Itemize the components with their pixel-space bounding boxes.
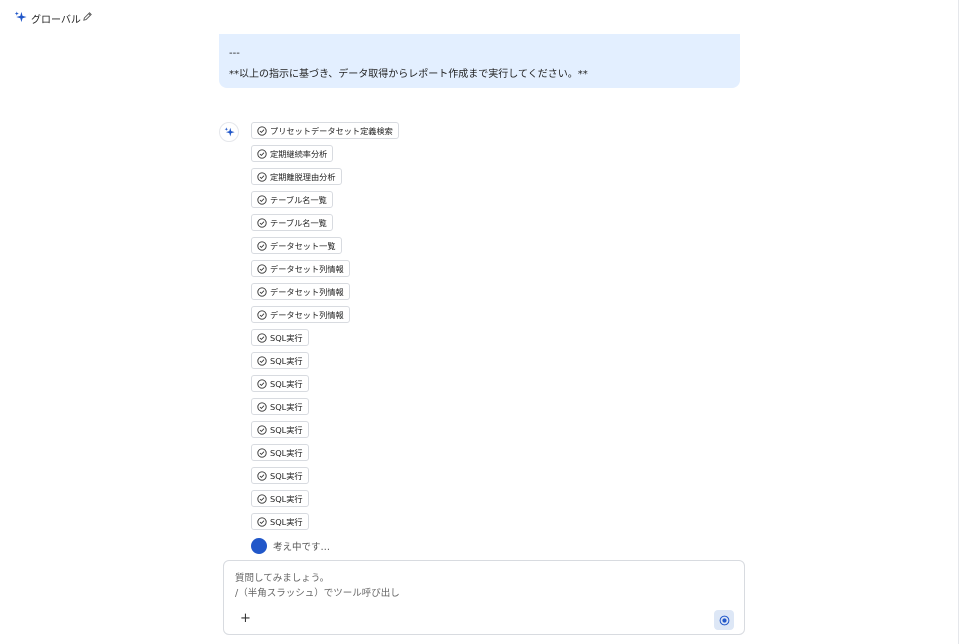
check-circle-icon bbox=[257, 516, 267, 527]
tool-call-chip[interactable]: データセット列情報 bbox=[251, 283, 350, 300]
tool-call-label: SQL実行 bbox=[270, 493, 303, 504]
tool-call-chip[interactable]: SQL実行 bbox=[251, 398, 309, 415]
tool-call-chip[interactable]: SQL実行 bbox=[251, 352, 309, 369]
tool-call-label: データセット一覧 bbox=[270, 240, 336, 251]
tool-call-chip[interactable]: データセット列情報 bbox=[251, 306, 350, 323]
window-divider bbox=[958, 0, 959, 644]
check-circle-icon bbox=[257, 217, 267, 228]
tool-call-label: SQL実行 bbox=[270, 401, 303, 412]
loading-dot-icon bbox=[251, 537, 267, 554]
assistant-avatar bbox=[219, 122, 239, 142]
add-attachment-button[interactable]: + bbox=[240, 612, 251, 626]
check-circle-icon bbox=[257, 125, 267, 136]
tool-call-label: テーブル名一覧 bbox=[270, 217, 327, 228]
record-icon bbox=[719, 615, 729, 625]
thinking-status: 考え中です… bbox=[273, 541, 331, 553]
check-circle-icon bbox=[257, 447, 267, 458]
tool-call-chip[interactable]: データセット一覧 bbox=[251, 237, 342, 254]
composer-input[interactable]: 質問してみましょう。 /（半角スラッシュ）でツール呼び出し bbox=[235, 571, 400, 601]
check-circle-icon bbox=[257, 332, 267, 343]
message-composer[interactable]: 質問してみましょう。 /（半角スラッシュ）でツール呼び出し + bbox=[223, 560, 745, 635]
check-circle-icon bbox=[257, 309, 267, 320]
tool-call-label: SQL実行 bbox=[270, 355, 303, 366]
tool-call-label: SQL実行 bbox=[270, 332, 303, 343]
tool-call-label: 定期離脱理由分析 bbox=[270, 171, 336, 182]
check-circle-icon bbox=[257, 424, 267, 435]
tool-call-chip[interactable]: SQL実行 bbox=[251, 467, 309, 484]
tool-call-label: SQL実行 bbox=[270, 470, 303, 481]
tool-call-label: データセット列情報 bbox=[270, 263, 344, 274]
tool-call-chip[interactable]: 定期継続率分析 bbox=[251, 145, 334, 162]
sparkle-icon bbox=[14, 11, 27, 23]
placeholder-line: 質問してみましょう。 bbox=[235, 573, 330, 584]
tool-call-label: SQL実行 bbox=[270, 516, 303, 527]
tool-call-label: SQL実行 bbox=[270, 378, 303, 389]
tool-call-label: テーブル名一覧 bbox=[270, 194, 327, 205]
tool-call-label: SQL実行 bbox=[270, 424, 303, 435]
tool-call-label: プリセットデータセット定義検索 bbox=[270, 125, 393, 136]
tool-call-chip[interactable]: テーブル名一覧 bbox=[251, 214, 333, 231]
tool-call-label: データセット列情報 bbox=[270, 309, 344, 320]
tool-call-chip[interactable]: SQL実行 bbox=[251, 444, 309, 461]
tool-call-chip[interactable]: SQL実行 bbox=[251, 490, 309, 507]
tool-call-label: 定期継続率分析 bbox=[270, 148, 328, 159]
check-circle-icon bbox=[257, 240, 267, 251]
tool-call-chip[interactable]: SQL実行 bbox=[251, 375, 309, 392]
check-circle-icon bbox=[257, 263, 267, 274]
voice-input-button[interactable] bbox=[714, 610, 734, 630]
check-circle-icon bbox=[257, 355, 267, 366]
check-circle-icon bbox=[257, 171, 267, 182]
tool-call-chip[interactable]: プリセットデータセット定義検索 bbox=[251, 122, 399, 139]
tool-call-chip[interactable]: SQL実行 bbox=[251, 329, 309, 346]
tool-call-label: データセット列情報 bbox=[270, 286, 344, 297]
tool-call-chip[interactable]: SQL実行 bbox=[251, 513, 309, 530]
thinking-indicator: 考え中です… bbox=[251, 537, 330, 554]
top-bar: グローバル bbox=[0, 0, 959, 34]
check-circle-icon bbox=[257, 470, 267, 481]
check-circle-icon bbox=[257, 493, 267, 504]
tool-call-chip[interactable]: データセット列情報 bbox=[251, 260, 350, 277]
sparkle-icon bbox=[224, 126, 235, 136]
check-circle-icon bbox=[257, 401, 267, 412]
check-circle-icon bbox=[257, 148, 267, 159]
user-message-line: --- bbox=[229, 48, 240, 59]
tool-call-label: SQL実行 bbox=[270, 447, 303, 458]
check-circle-icon bbox=[257, 378, 267, 389]
tool-call-chip[interactable]: テーブル名一覧 bbox=[251, 191, 333, 208]
tool-call-chip[interactable]: 定期離脱理由分析 bbox=[251, 168, 342, 185]
user-message-line: **以上の指示に基づき、データ取得からレポート作成まで実行してください。** bbox=[229, 69, 588, 80]
placeholder-line: /（半角スラッシュ）でツール呼び出し bbox=[235, 588, 400, 599]
user-message: --- **以上の指示に基づき、データ取得からレポート作成まで実行してください。… bbox=[219, 34, 740, 88]
check-circle-icon bbox=[257, 286, 267, 297]
pencil-icon[interactable] bbox=[82, 11, 93, 22]
tool-call-chip[interactable]: SQL実行 bbox=[251, 421, 309, 438]
check-circle-icon bbox=[257, 194, 267, 205]
workspace-title: グローバル bbox=[31, 15, 81, 26]
